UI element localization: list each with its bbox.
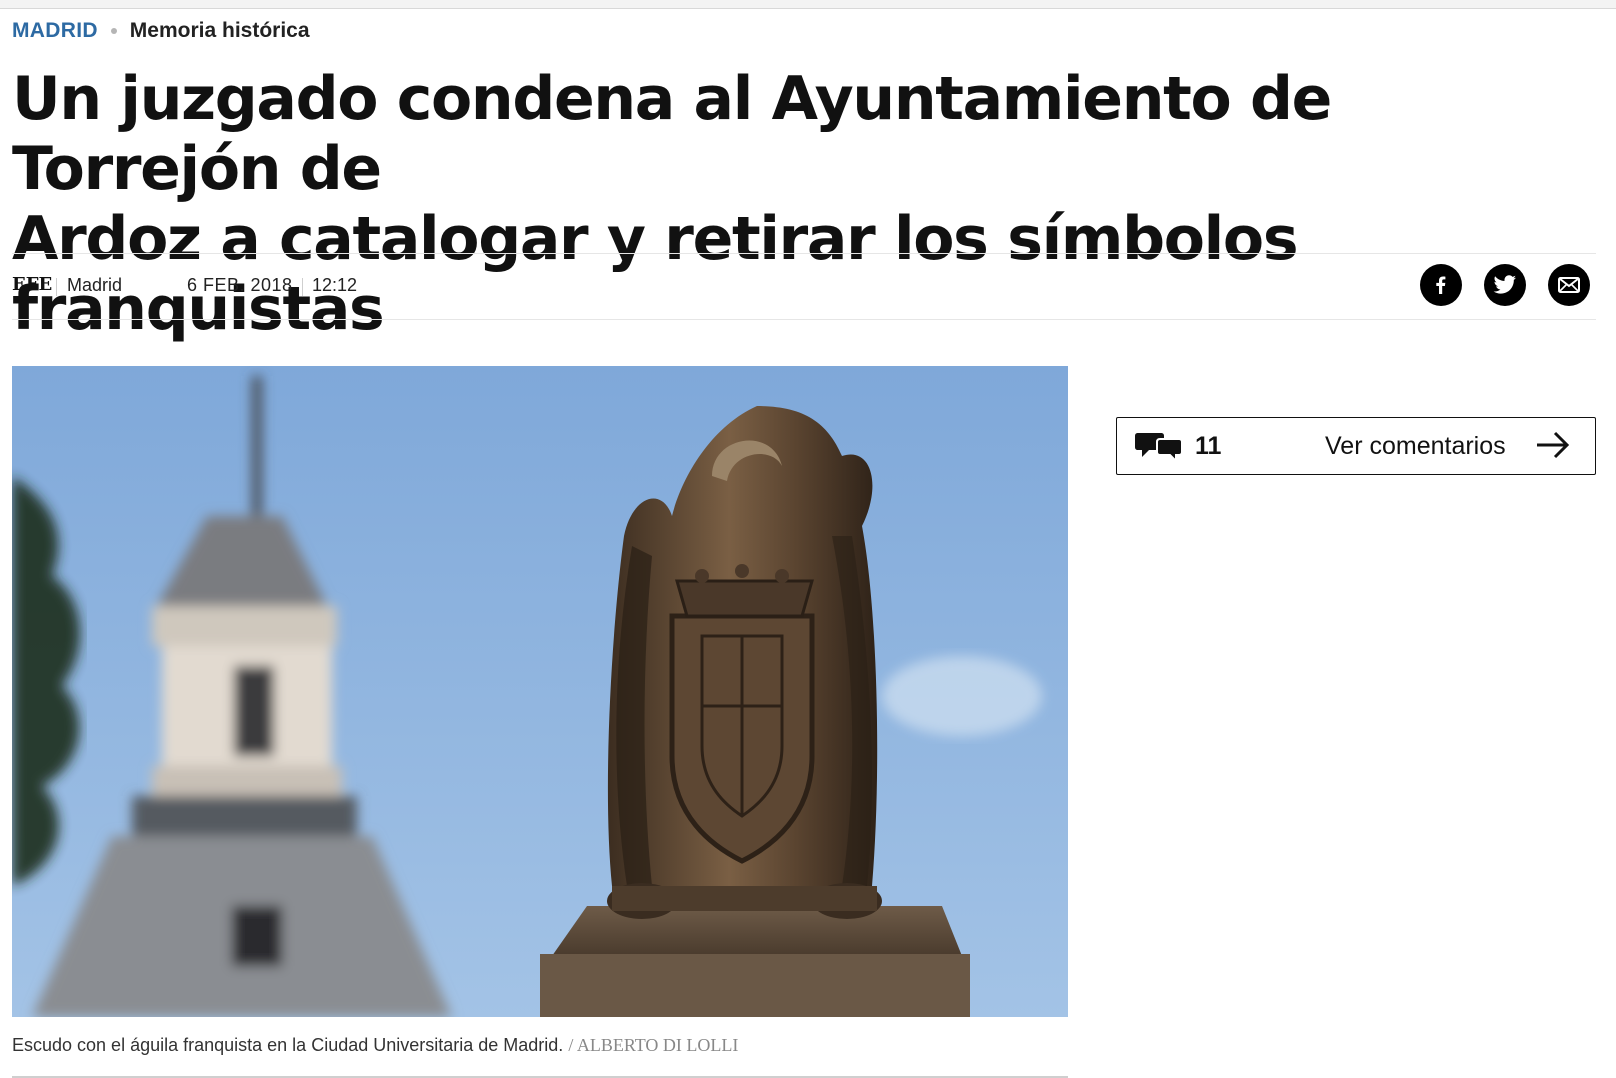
arrow-right-icon [1537,431,1570,459]
breadcrumb: MADRID Memoria histórica [12,16,310,46]
share-email-button[interactable] [1548,264,1590,306]
mail-icon [1558,277,1580,293]
comments-count: 11 [1195,432,1222,460]
browser-top-edge [0,0,1616,9]
byline-place: Madrid [67,275,123,295]
article-byline: EFE Madrid 6 FEB. 2018 12:12 [12,253,1596,320]
photo-caption-text: Escudo con el águila franquista en la Ci… [12,1035,564,1055]
facebook-icon [1436,276,1446,294]
byline-time: 12:12 [312,275,358,295]
breadcrumb-section-link[interactable]: MADRID [12,19,98,43]
comments-label: Ver comentarios [1325,432,1506,460]
speech-bubbles-icon [1135,433,1183,462]
share-facebook-button[interactable] [1420,264,1462,306]
breadcrumb-topic-link[interactable]: Memoria histórica [130,19,310,43]
byline-divider [302,278,303,296]
byline-divider [56,278,57,296]
headline-line-1: Un juzgado condena al Ayuntamiento de To… [12,64,1332,204]
breadcrumb-separator [110,28,117,34]
photo-credit: / ALBERTO DI LOLLI [568,1035,739,1055]
twitter-icon [1493,275,1516,294]
share-twitter-button[interactable] [1484,264,1526,306]
francoist-eagle-shield-photo [12,366,1068,1017]
byline-date: 6 FEB. 2018 [187,275,293,295]
view-comments-button[interactable]: 11 Ver comentarios [1116,417,1596,475]
photo-caption: Escudo con el águila franquista en la Ci… [12,1035,738,1056]
byline-author[interactable]: EFE [12,274,52,295]
article-photo[interactable] [12,366,1068,1017]
